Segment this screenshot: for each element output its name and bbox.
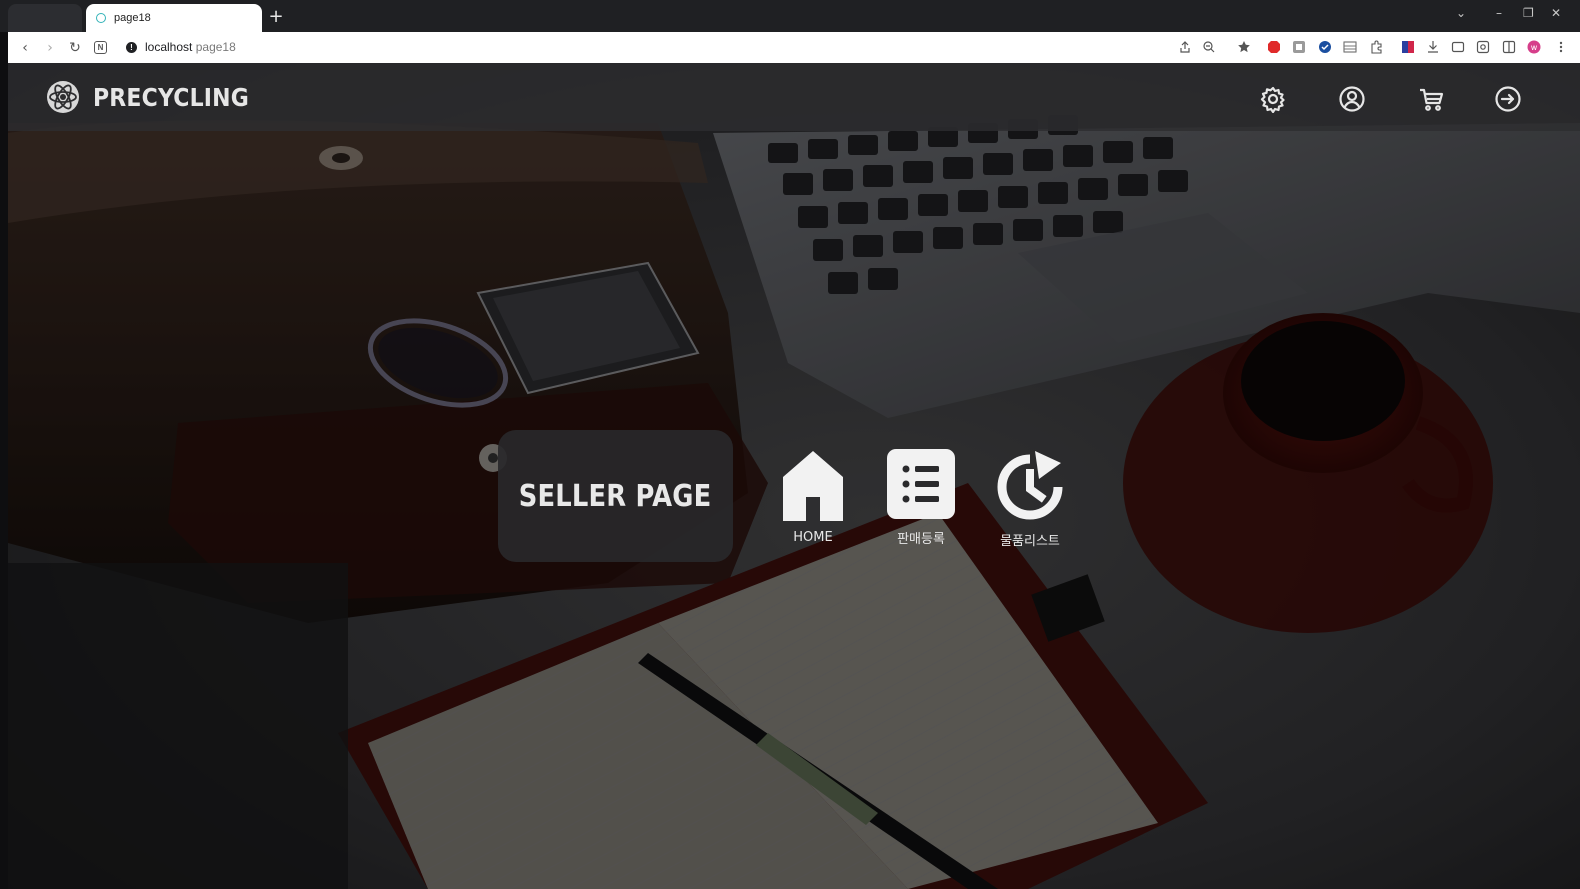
history-icon <box>997 451 1063 520</box>
web-page: PRECYCLING SELLER PAGE HOME 판매등록 물품리스트 <box>8 63 1580 889</box>
new-tab-button[interactable]: + <box>266 7 286 27</box>
tab-title: page18 <box>114 12 151 24</box>
url-host: localhost <box>145 40 193 54</box>
back-icon[interactable]: ‹ <box>16 39 34 57</box>
tab-search-icon[interactable]: ⌄ <box>1456 6 1466 20</box>
cart-icon[interactable] <box>1417 85 1445 113</box>
close-icon[interactable]: ✕ <box>1551 6 1561 20</box>
restore-icon[interactable]: ❐ <box>1523 6 1534 20</box>
screenshot-icon[interactable] <box>1476 40 1490 54</box>
menu-sales-register-label: 판매등록 <box>897 532 945 547</box>
list-icon <box>887 449 955 519</box>
menu-sales-register[interactable]: 판매등록 <box>876 449 966 547</box>
site-header: PRECYCLING <box>8 63 1580 131</box>
puzzle-icon[interactable] <box>1369 40 1383 54</box>
share-icon[interactable] <box>1178 40 1192 54</box>
extension-flag-icon[interactable] <box>1401 40 1415 54</box>
extension-grid-icon[interactable] <box>1343 40 1357 54</box>
tab-strip-corner <box>8 4 82 32</box>
settings-icon[interactable] <box>1259 85 1287 113</box>
seller-page-title-card: SELLER PAGE <box>498 430 733 562</box>
menu-item-list-label: 물품리스트 <box>1000 534 1060 549</box>
account-icon[interactable] <box>1338 85 1366 113</box>
address-input[interactable]: localhost page18 <box>145 40 236 54</box>
browser-tab[interactable]: page18 <box>86 4 262 32</box>
screen-cast-icon[interactable] <box>1451 40 1465 54</box>
profile-avatar-icon[interactable]: w <box>1527 40 1541 54</box>
reload-icon[interactable]: ↻ <box>66 39 84 57</box>
adblock-icon[interactable] <box>1267 40 1281 54</box>
svg-text:w: w <box>1531 43 1538 52</box>
logo-icon[interactable] <box>46 80 80 114</box>
menu-home-label: HOME <box>793 530 833 545</box>
login-icon[interactable] <box>1494 85 1522 113</box>
site-info-icon[interactable]: ! <box>126 42 137 53</box>
browser-menu-icon[interactable] <box>1554 40 1568 54</box>
zoom-icon[interactable] <box>1202 40 1216 54</box>
download-icon[interactable] <box>1426 40 1440 54</box>
url-path: page18 <box>195 40 236 54</box>
forward-icon[interactable]: › <box>41 39 59 57</box>
browser-tab-bar: page18 + ⌄ – ❐ ✕ <box>0 0 1580 32</box>
page-title: SELLER PAGE <box>519 478 712 514</box>
menu-item-list[interactable]: 물품리스트 <box>985 449 1075 549</box>
n-extension-icon[interactable]: N <box>94 41 107 54</box>
home-icon <box>783 451 843 521</box>
menu-home[interactable]: HOME <box>768 449 858 545</box>
minimize-icon[interactable]: – <box>1496 6 1502 20</box>
browser-toolbar: ‹ › ↻ N ! localhost page18 w <box>8 32 1580 63</box>
bookmark-icon[interactable] <box>1237 40 1251 54</box>
extension-check-icon[interactable] <box>1318 40 1332 54</box>
brand-name[interactable]: PRECYCLING <box>93 83 249 112</box>
favicon-icon <box>96 13 106 23</box>
extension-image-icon[interactable] <box>1292 40 1306 54</box>
side-panel-icon[interactable] <box>1502 40 1516 54</box>
